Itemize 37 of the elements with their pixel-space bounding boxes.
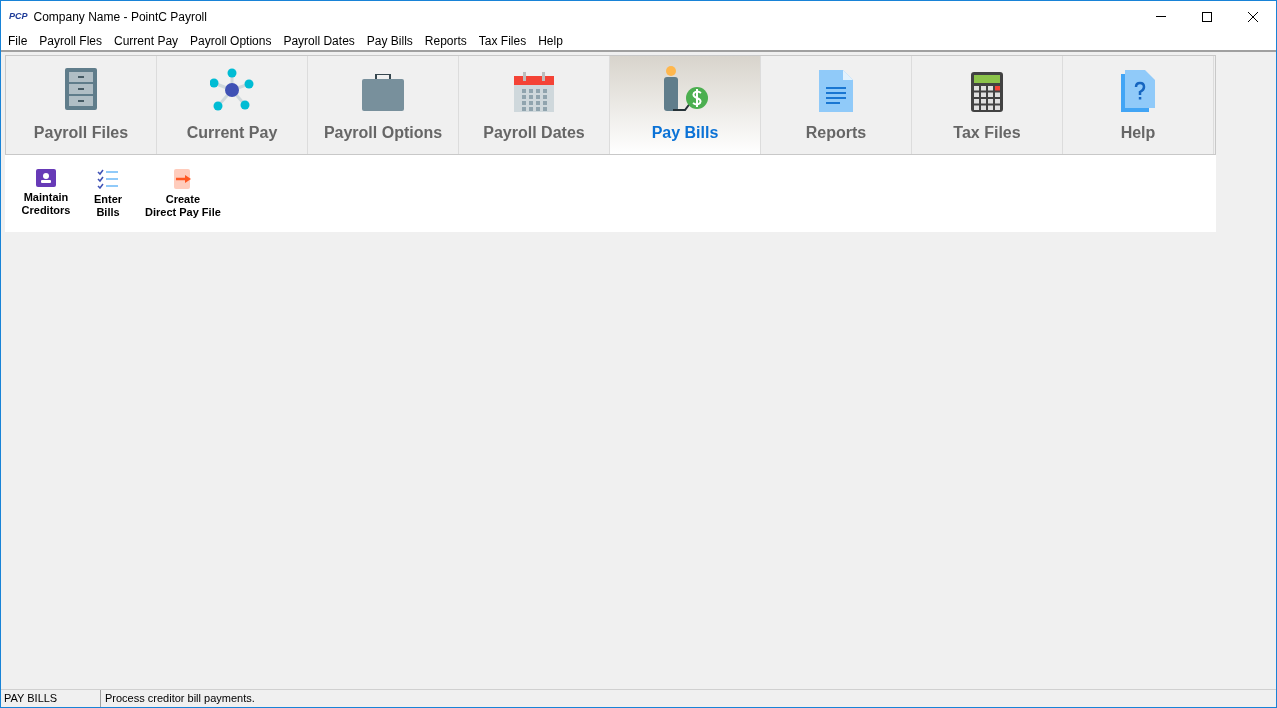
minimize-icon: [1156, 16, 1166, 17]
file-cabinet-icon: [65, 68, 97, 112]
menu-item[interactable]: Help: [532, 32, 569, 50]
ribbon-action-button[interactable]: Maintain Creditors: [15, 169, 77, 217]
menu-item[interactable]: Payroll Options: [184, 32, 278, 50]
close-icon: [1248, 11, 1258, 22]
contact-card-icon: [36, 169, 56, 187]
briefcase-icon: [362, 74, 404, 112]
ribbon-tab[interactable]: Payroll Dates: [459, 56, 610, 154]
ribbon-tab[interactable]: Help: [1063, 56, 1214, 154]
maximize-icon: [1202, 11, 1212, 22]
status-message: Process creditor bill payments.: [104, 691, 256, 706]
calendar-icon: [514, 72, 554, 112]
network-nodes-icon: [210, 68, 254, 112]
menu-item[interactable]: Pay Bills: [360, 32, 419, 50]
menu-item[interactable]: File: [2, 32, 34, 50]
person-with-money-icon: [661, 66, 709, 112]
ribbon-tab[interactable]: Tax Files: [912, 56, 1063, 154]
menu-item[interactable]: Reports: [418, 32, 473, 50]
menu-item[interactable]: Payroll Dates: [277, 32, 361, 50]
menu-item[interactable]: Payroll Fles: [33, 32, 109, 50]
ribbon-tab[interactable]: Current Pay: [157, 56, 308, 154]
ribbon-tab[interactable]: Pay Bills: [610, 56, 761, 154]
document-icon: [819, 70, 853, 112]
ribbon-tab[interactable]: Payroll Options: [308, 56, 459, 154]
app-logo: PCP: [9, 9, 28, 23]
calculator-icon: [971, 72, 1003, 112]
status-section: PAY BILLS: [1, 690, 101, 707]
ribbon-action-button[interactable]: Create Direct Pay File: [139, 169, 227, 219]
menu-item[interactable]: Current Pay: [108, 32, 185, 50]
ribbon-action-button[interactable]: Enter Bills: [77, 169, 139, 219]
help-document-icon: [1121, 70, 1155, 112]
checklist-icon: [97, 169, 119, 189]
ribbon-tab[interactable]: Payroll Files: [6, 56, 157, 154]
menu-item[interactable]: Tax Files: [472, 32, 533, 50]
window-title: Company Name - PointC Payroll: [33, 8, 207, 26]
ribbon-tab[interactable]: Reports: [761, 56, 912, 154]
